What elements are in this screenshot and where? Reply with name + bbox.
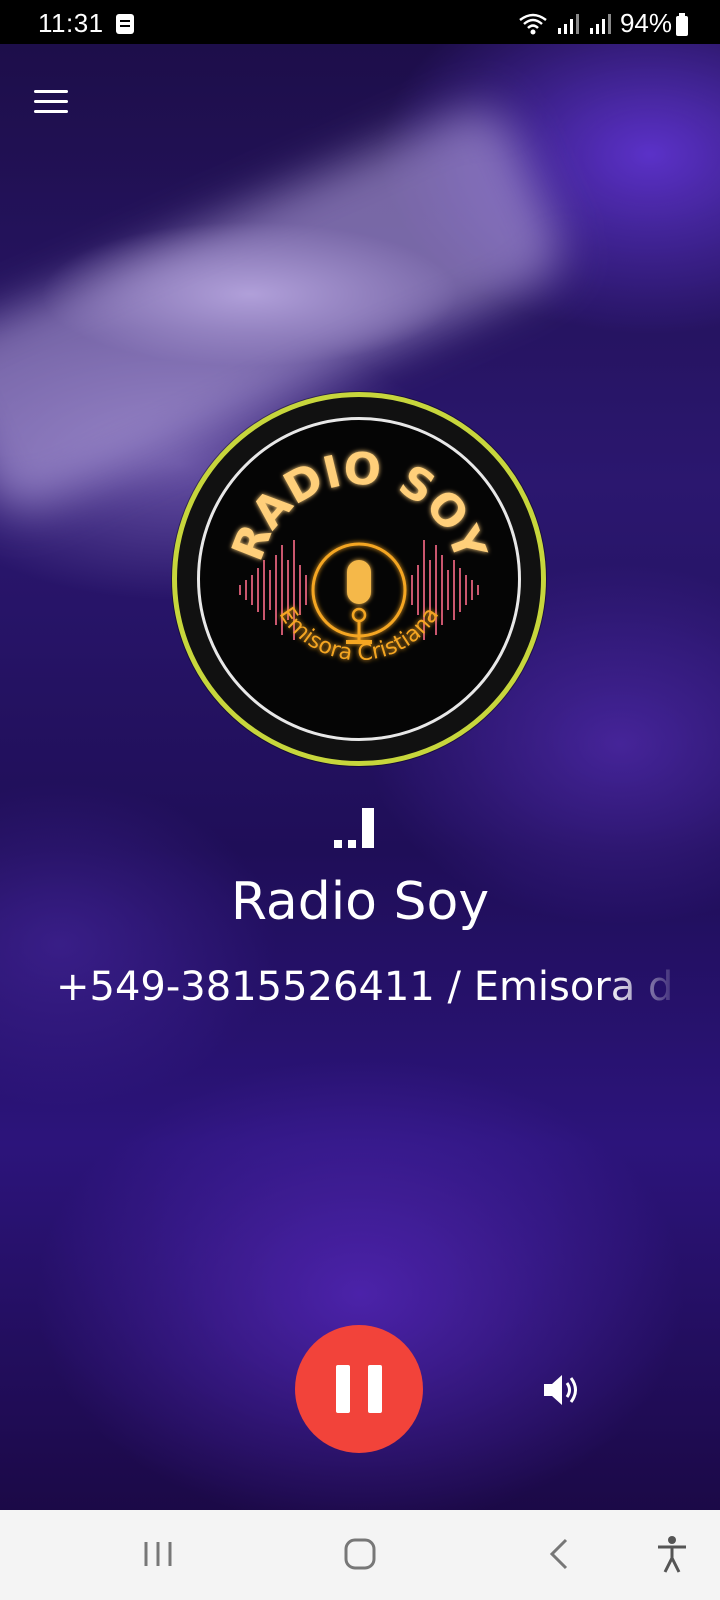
system-nav-bar bbox=[0, 1510, 720, 1600]
back-icon[interactable] bbox=[536, 1532, 584, 1576]
status-bar: 11:31 94% bbox=[0, 0, 720, 44]
signal-icon bbox=[589, 13, 611, 34]
battery-icon bbox=[676, 13, 688, 36]
pause-icon bbox=[336, 1365, 350, 1413]
station-name: Radio Soy bbox=[230, 872, 490, 932]
radio-player-screen: 11:31 94% RADIO SOY Emisora Cristiana Ra… bbox=[0, 0, 720, 1600]
battery-percent: 94% bbox=[619, 8, 672, 38]
station-logo-art: RADIO SOY Emisora Cristiana bbox=[222, 444, 496, 667]
volume-icon[interactable] bbox=[540, 1370, 584, 1410]
station-logo: RADIO SOY Emisora Cristiana bbox=[172, 392, 546, 766]
hamburger-menu-icon[interactable] bbox=[30, 86, 70, 118]
accessibility-icon[interactable] bbox=[648, 1532, 696, 1576]
signal-icon bbox=[557, 13, 579, 34]
status-indicators: 94% bbox=[518, 8, 672, 39]
signal-bars-icon bbox=[334, 808, 374, 848]
logo-title: RADIO SOY bbox=[222, 444, 496, 569]
wifi-icon bbox=[519, 13, 547, 34]
background-image bbox=[0, 44, 720, 1510]
station-logo-inner: RADIO SOY Emisora Cristiana bbox=[197, 417, 521, 741]
microphone-icon bbox=[311, 542, 407, 644]
pause-icon-bar bbox=[368, 1365, 382, 1413]
notes-icon bbox=[116, 14, 134, 34]
recent-apps-icon[interactable] bbox=[134, 1532, 182, 1576]
status-time: 11:31 bbox=[38, 8, 104, 38]
pause-button[interactable] bbox=[295, 1325, 423, 1453]
station-info-marquee: +549-3815526411 / Emisora d bbox=[56, 964, 674, 1010]
home-icon[interactable] bbox=[336, 1532, 384, 1576]
